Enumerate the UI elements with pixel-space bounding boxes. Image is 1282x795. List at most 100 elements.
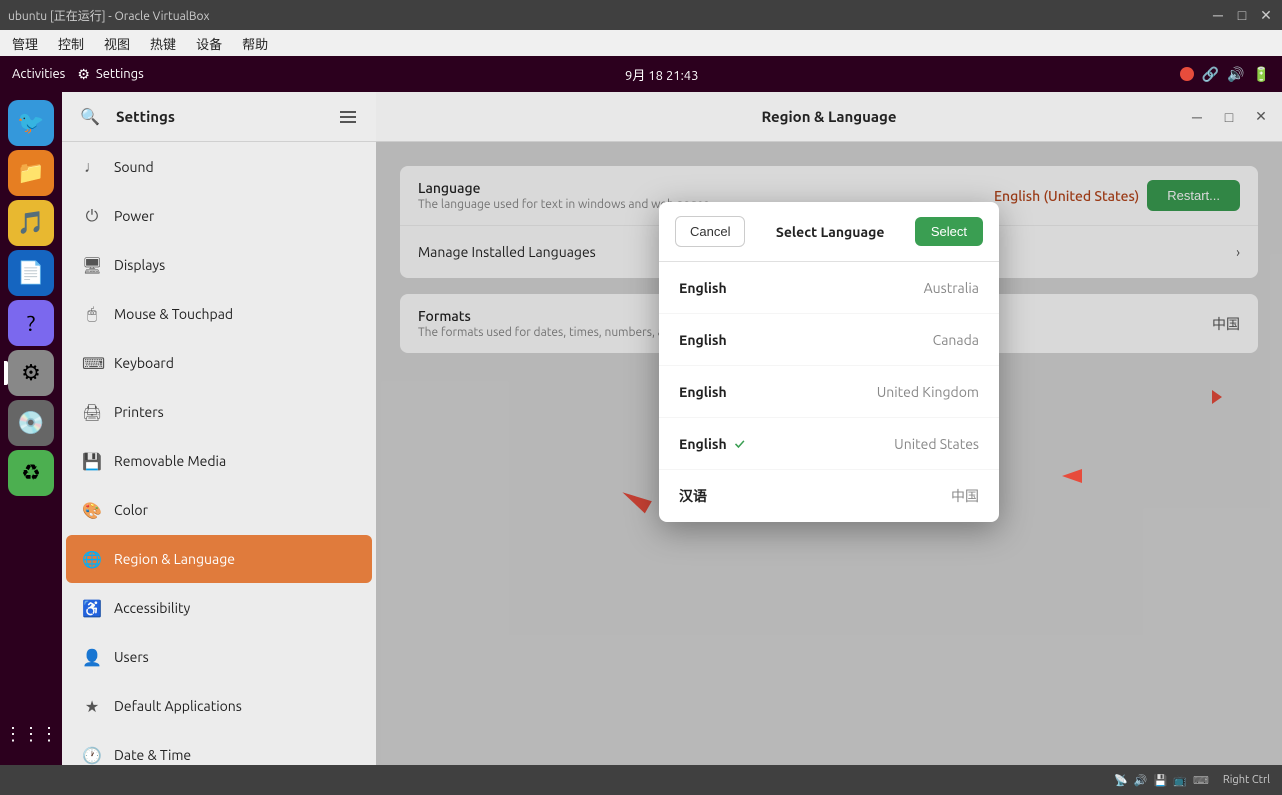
cancel-button[interactable]: Cancel [675, 216, 745, 247]
vbox-icon-1: 📡 [1114, 774, 1128, 787]
dock-writer[interactable]: 📄 [8, 250, 54, 296]
sidebar-label-removable: Removable Media [114, 453, 226, 469]
taskbar-app-label: Settings [96, 67, 144, 81]
sidebar-label-mouse: Mouse & Touchpad [114, 306, 233, 322]
lang-item-2[interactable]: English United Kingdom [659, 366, 999, 418]
dock-files[interactable]: 📁 [8, 150, 54, 196]
hamburger-icon [340, 111, 356, 113]
sidebar-item-keyboard[interactable]: ⌨ Keyboard [66, 339, 372, 387]
volume-icon[interactable]: 🔊 [1227, 66, 1244, 83]
content-area: Region & Language ─ □ ✕ Language The lan… [376, 92, 1282, 765]
sidebar-label-color: Color [114, 502, 148, 518]
vbox-maximize-button[interactable]: □ [1234, 7, 1250, 23]
lang-region-1: Canada [933, 332, 979, 348]
settings-dock-icon: ⚙ [21, 360, 41, 386]
lang-name-0: English [679, 280, 924, 296]
vbox-menu-view[interactable]: 视图 [96, 32, 138, 55]
lang-item-0[interactable]: English Australia [659, 262, 999, 314]
vbox-win-controls: ─ □ ✕ [1210, 7, 1274, 23]
sidebar-item-default-apps[interactable]: ★ Default Applications [66, 682, 372, 730]
activities-button[interactable]: Activities [12, 67, 65, 81]
vbox-menu-hotkey[interactable]: 热键 [142, 32, 184, 55]
hamburger-icon-3 [340, 121, 356, 123]
dock-recycle[interactable]: ♻ [8, 450, 54, 496]
dock-dvd[interactable]: 💿 [8, 400, 54, 446]
lang-name-text-1: English [679, 332, 727, 348]
arrow-us-svg [1062, 462, 1132, 490]
sidebar-items-list: ♩ Sound ⏻ Power 🖥 Displays 🖱 Mouse & Tou… [62, 142, 376, 765]
active-indicator [4, 361, 8, 385]
sidebar-label-displays: Displays [114, 257, 165, 273]
dock-thunderbird[interactable]: 🐦 [8, 100, 54, 146]
sidebar-item-printers[interactable]: 🖨 Printers [66, 388, 372, 436]
sidebar-label-users: Users [114, 649, 149, 665]
sidebar-item-removable[interactable]: 💾 Removable Media [66, 437, 372, 485]
files-icon: 📁 [17, 160, 44, 186]
writer-icon: 📄 [17, 260, 44, 286]
ubuntu-taskbar: Activities ⚙ Settings 9月 18 21:43 🔗 🔊 🔋 [0, 56, 1282, 92]
lang-item-1[interactable]: English Canada [659, 314, 999, 366]
sidebar-item-datetime[interactable]: 🕐 Date & Time [66, 731, 372, 765]
settings-sidebar: 🔍 Settings ♩ Sound ⏻ Power [62, 92, 376, 765]
lang-name-text-3: English [679, 436, 727, 452]
sidebar-label-sound: Sound [114, 159, 154, 175]
sidebar-label-region: Region & Language [114, 551, 235, 567]
search-button[interactable]: 🔍 [74, 101, 106, 133]
dock-help[interactable]: ? [8, 300, 54, 346]
dock-app-grid[interactable]: ⋮⋮⋮ [8, 711, 54, 757]
dock-rhythmbox[interactable]: 🎵 [8, 200, 54, 246]
dvd-icon: 💿 [17, 410, 44, 436]
vbox-bottombar: 📡 🔊 💾 📺 ⌨ Right Ctrl [0, 765, 1282, 795]
lang-item-4[interactable]: 汉语 中国 [659, 470, 999, 522]
sidebar-item-accessibility[interactable]: ♿ Accessibility [66, 584, 372, 632]
lang-region-4: 中国 [951, 486, 979, 506]
region-icon: 🌐 [82, 550, 102, 569]
sidebar-title: Settings [116, 108, 322, 125]
sidebar-item-displays[interactable]: 🖥 Displays [66, 241, 372, 289]
dialog-title: Select Language [753, 224, 906, 240]
vbox-icon-3: 💾 [1154, 774, 1168, 787]
lang-region-3: United States [894, 436, 979, 452]
window-minimize-button[interactable]: ─ [1184, 104, 1210, 130]
select-button[interactable]: Select [915, 217, 983, 246]
sidebar-item-mouse[interactable]: 🖱 Mouse & Touchpad [66, 290, 372, 338]
network-icon[interactable]: 🔗 [1202, 66, 1219, 83]
battery-icon[interactable]: 🔋 [1253, 66, 1270, 83]
lang-name-text-2: English [679, 384, 727, 400]
window-restore-button[interactable]: □ [1216, 104, 1242, 130]
vbox-menu-manage[interactable]: 管理 [4, 32, 46, 55]
help-icon: ? [27, 311, 36, 336]
sidebar-item-region[interactable]: 🌐 Region & Language [66, 535, 372, 583]
arrow-united-states [1062, 462, 1132, 494]
dialog-header: Cancel Select Language Select [659, 202, 999, 262]
default-apps-icon: ★ [82, 697, 102, 716]
keyboard-icon: ⌨ [82, 354, 102, 373]
sidebar-item-users[interactable]: 👤 Users [66, 633, 372, 681]
sidebar-item-power[interactable]: ⏻ Power [66, 192, 372, 240]
hamburger-button[interactable] [332, 101, 364, 133]
vbox-icon-5: ⌨ [1193, 774, 1209, 787]
sound-icon: ♩ [82, 158, 102, 177]
printers-icon: 🖨 [82, 403, 102, 422]
vbox-menu-devices[interactable]: 设备 [188, 32, 230, 55]
taskbar-datetime: 9月 18 21:43 [144, 65, 1180, 84]
sidebar-item-color[interactable]: 🎨 Color [66, 486, 372, 534]
sidebar-item-sound[interactable]: ♩ Sound [66, 143, 372, 191]
thunderbird-icon: 🐦 [17, 110, 44, 136]
color-icon: 🎨 [82, 501, 102, 520]
right-ctrl-label: Right Ctrl [1223, 774, 1270, 786]
lang-name-2: English [679, 384, 877, 400]
sidebar-label-default-apps: Default Applications [114, 698, 242, 714]
vbox-close-button[interactable]: ✕ [1258, 7, 1274, 23]
content-title: Region & Language [761, 108, 896, 125]
vbox-minimize-button[interactable]: ─ [1210, 7, 1226, 23]
settings-window: 🔍 Settings ♩ Sound ⏻ Power [62, 92, 1282, 765]
lang-item-3[interactable]: English ✓ United States [659, 418, 999, 470]
select-language-dialog: Cancel Select Language Select English Au… [659, 202, 999, 522]
vbox-menu-control[interactable]: 控制 [50, 32, 92, 55]
left-dock: 🐦 📁 🎵 📄 ? ⚙ 💿 ♻ ⋮⋮⋮ [0, 92, 62, 765]
dock-settings[interactable]: ⚙ [8, 350, 54, 396]
lang-name-text-4: 汉语 [679, 486, 707, 506]
vbox-menu-help[interactable]: 帮助 [234, 32, 276, 55]
window-close-button[interactable]: ✕ [1248, 104, 1274, 130]
